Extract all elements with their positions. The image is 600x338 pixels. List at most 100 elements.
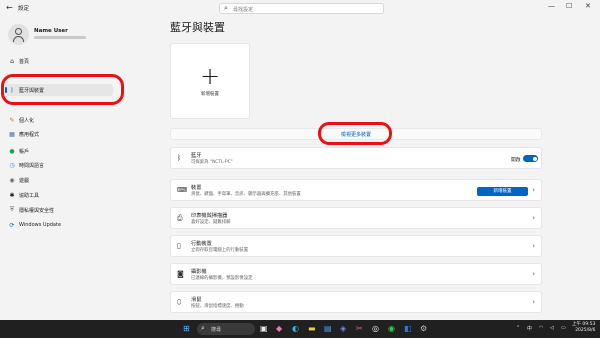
- sidebar-item-label: 應用程式: [19, 131, 40, 138]
- sidebar-item-label: Windows Update: [19, 222, 62, 228]
- accounts-icon: ●: [9, 147, 15, 155]
- sidebar-item-label: 時間與語言: [19, 162, 45, 169]
- copilot-icon[interactable]: ◆: [276, 324, 282, 334]
- camera-title: 攝影機: [191, 269, 207, 275]
- maximize-icon[interactable]: ☐: [566, 2, 572, 10]
- mouse-card[interactable]: ⬯ 滑鼠 按鈕、滑鼠指標速度、捲動 ›: [170, 291, 542, 313]
- sidebar-item-home[interactable]: ⌂ 首頁: [5, 55, 113, 67]
- file-explorer-icon[interactable]: ▬: [308, 324, 316, 334]
- taskbar: ⊞ ⌕ 搜尋 ▣ ◆ ◐ ▬ ▤ ◈ ✂ ◎ ◉ ◧ ⚙ ⌃ 中 ◠ ◁ ▭ 上…: [0, 320, 600, 338]
- chevron-right-icon: ›: [532, 214, 535, 222]
- accessibility-icon: ✱: [9, 191, 15, 199]
- sidebar-item-windows-update[interactable]: ⟳ Windows Update: [5, 219, 113, 231]
- printer-icon: ⎙: [177, 214, 183, 222]
- printers-title: 印表機與掃描器: [191, 213, 228, 219]
- back-arrow-icon[interactable]: ←: [6, 3, 13, 12]
- apps-icon: ▦: [9, 130, 15, 138]
- bluetooth-subtitle: 可探索為 "NCTL-PC": [191, 160, 233, 165]
- gaming-icon: ◉: [9, 176, 15, 184]
- sidebar-item-label: 首頁: [19, 58, 30, 65]
- search-placeholder: 尋找設定: [233, 7, 254, 13]
- sidebar-item-gaming[interactable]: ◉ 遊戲: [5, 174, 113, 186]
- sidebar-item-apps[interactable]: ▦ 應用程式: [5, 128, 113, 140]
- mobile-devices-subtitle: 立即存取您電腦上的行動裝置: [191, 248, 249, 253]
- snipping-tool-icon[interactable]: ✂: [356, 324, 363, 334]
- avatar[interactable]: [8, 24, 29, 45]
- bluetooth-toggle[interactable]: [523, 155, 538, 162]
- clock-date: 2025/8/6: [575, 328, 596, 333]
- taskbar-search[interactable]: ⌕ 搜尋: [197, 323, 255, 335]
- task-view-button[interactable]: ▣: [260, 324, 268, 334]
- mouse-title: 滑鼠: [191, 297, 202, 303]
- search-input[interactable]: ⌕ 尋找設定: [219, 3, 384, 14]
- chevron-up-icon[interactable]: ⌃: [516, 325, 520, 331]
- edge-icon[interactable]: ◐: [292, 324, 299, 334]
- title-bar: ← 設定 ⌕ 尋找設定 — ☐ ✕: [0, 0, 600, 17]
- page-title: 藍牙與裝置: [170, 21, 225, 34]
- mobile-device-icon: ▯: [177, 242, 181, 250]
- sidebar-item-accounts[interactable]: ● 帳戶: [5, 145, 113, 157]
- user-email-redacted: [34, 36, 86, 39]
- sidebar-item-label: 帳戶: [19, 148, 30, 155]
- sidebar-item-personalization[interactable]: ✎ 個人化: [5, 114, 113, 126]
- clock[interactable]: 上午 09:53 2025/8/6: [572, 322, 595, 334]
- devices-title: 裝置: [191, 185, 202, 191]
- sidebar-item-label: 遊戲: [19, 177, 30, 184]
- privacy-shield-icon: ⛨: [9, 206, 15, 213]
- close-icon[interactable]: ✕: [585, 2, 591, 10]
- personalization-icon: ✎: [9, 116, 15, 124]
- chevron-right-icon: ›: [532, 186, 535, 194]
- settings-icon[interactable]: ⚙: [420, 324, 427, 334]
- mouse-subtitle: 按鈕、滑鼠指標速度、捲動: [191, 304, 244, 309]
- add-device-label: 新增裝置: [201, 92, 219, 97]
- lang-indicator[interactable]: 中: [527, 325, 532, 332]
- wifi-icon[interactable]: ◠: [539, 325, 543, 331]
- mobile-devices-title: 行動裝置: [191, 241, 212, 247]
- chevron-right-icon: ›: [532, 298, 535, 306]
- battery-icon[interactable]: ▭: [561, 325, 566, 331]
- mouse-icon: ⬯: [177, 298, 182, 306]
- plus-icon: +: [199, 62, 221, 90]
- user-name: Name User: [34, 28, 68, 34]
- mobile-devices-card[interactable]: ▯ 行動裝置 立即存取您電腦上的行動裝置 ›: [170, 235, 542, 257]
- add-device-button[interactable]: 新增裝置: [477, 187, 528, 196]
- sidebar-item-time-language[interactable]: ◷ 時間與語言: [5, 159, 113, 171]
- sidebar-item-accessibility[interactable]: ✱ 協助工具: [5, 189, 113, 201]
- chevron-right-icon: ›: [532, 242, 535, 250]
- camera-subtitle: 已連線的攝影機，預設影像設定: [191, 276, 253, 281]
- camera-icon: ◙: [177, 270, 184, 278]
- volume-icon[interactable]: ◁: [550, 325, 554, 331]
- highlight-ring-more-devices: [318, 122, 392, 145]
- sidebar-item-privacy-security[interactable]: ⛨ 隱私權與安全性: [5, 204, 113, 216]
- minimize-icon[interactable]: —: [548, 2, 555, 10]
- camera-card[interactable]: ◙ 攝影機 已連線的攝影機，預設影像設定 ›: [170, 263, 542, 285]
- user-head-icon: [15, 28, 22, 35]
- bluetooth-toggle-label: 開啟: [511, 158, 521, 163]
- add-device-tile[interactable]: + 新增裝置: [170, 43, 250, 119]
- devices-card[interactable]: ⌨ 裝置 滑鼠、鍵盤、手寫筆、音訊、顯示器與擴充座、其他裝置 新增裝置 ›: [170, 179, 542, 201]
- window-title: 設定: [18, 6, 30, 12]
- bluetooth-title: 藍牙: [191, 153, 202, 159]
- teams-icon[interactable]: ◈: [340, 324, 346, 334]
- store-icon[interactable]: ▤: [324, 324, 332, 334]
- sidebar: Name User ⌂ 首頁 ᛒ 藍牙與裝置 ✎ 個人化 ▦ 應用程式 ● 帳戶…: [0, 17, 125, 320]
- printers-subtitle: 喜好設定、疑難排解: [191, 220, 231, 225]
- start-button[interactable]: ⊞: [183, 324, 190, 334]
- outlook-icon[interactable]: ◧: [404, 324, 412, 334]
- bluetooth-card: ᛒ 藍牙 可探索為 "NCTL-PC" 開啟: [170, 147, 542, 169]
- search-icon: ⌕: [201, 324, 205, 332]
- windows-update-icon: ⟳: [9, 221, 15, 229]
- highlight-ring-bluetooth: [1, 74, 124, 105]
- home-icon: ⌂: [10, 57, 14, 65]
- chevron-right-icon: ›: [532, 270, 535, 278]
- xbox-icon[interactable]: ◉: [388, 324, 395, 334]
- user-body-icon: [13, 36, 24, 42]
- time-language-icon: ◷: [9, 161, 15, 169]
- sidebar-item-label: 協助工具: [19, 192, 40, 199]
- chatgpt-icon[interactable]: ◎: [372, 324, 379, 334]
- sidebar-item-label: 個人化: [19, 117, 35, 124]
- devices-icon: ⌨: [177, 186, 188, 194]
- devices-subtitle: 滑鼠、鍵盤、手寫筆、音訊、顯示器與擴充座、其他裝置: [191, 192, 301, 197]
- bluetooth-icon: ᛒ: [177, 154, 182, 162]
- printers-card[interactable]: ⎙ 印表機與掃描器 喜好設定、疑難排解 ›: [170, 207, 542, 229]
